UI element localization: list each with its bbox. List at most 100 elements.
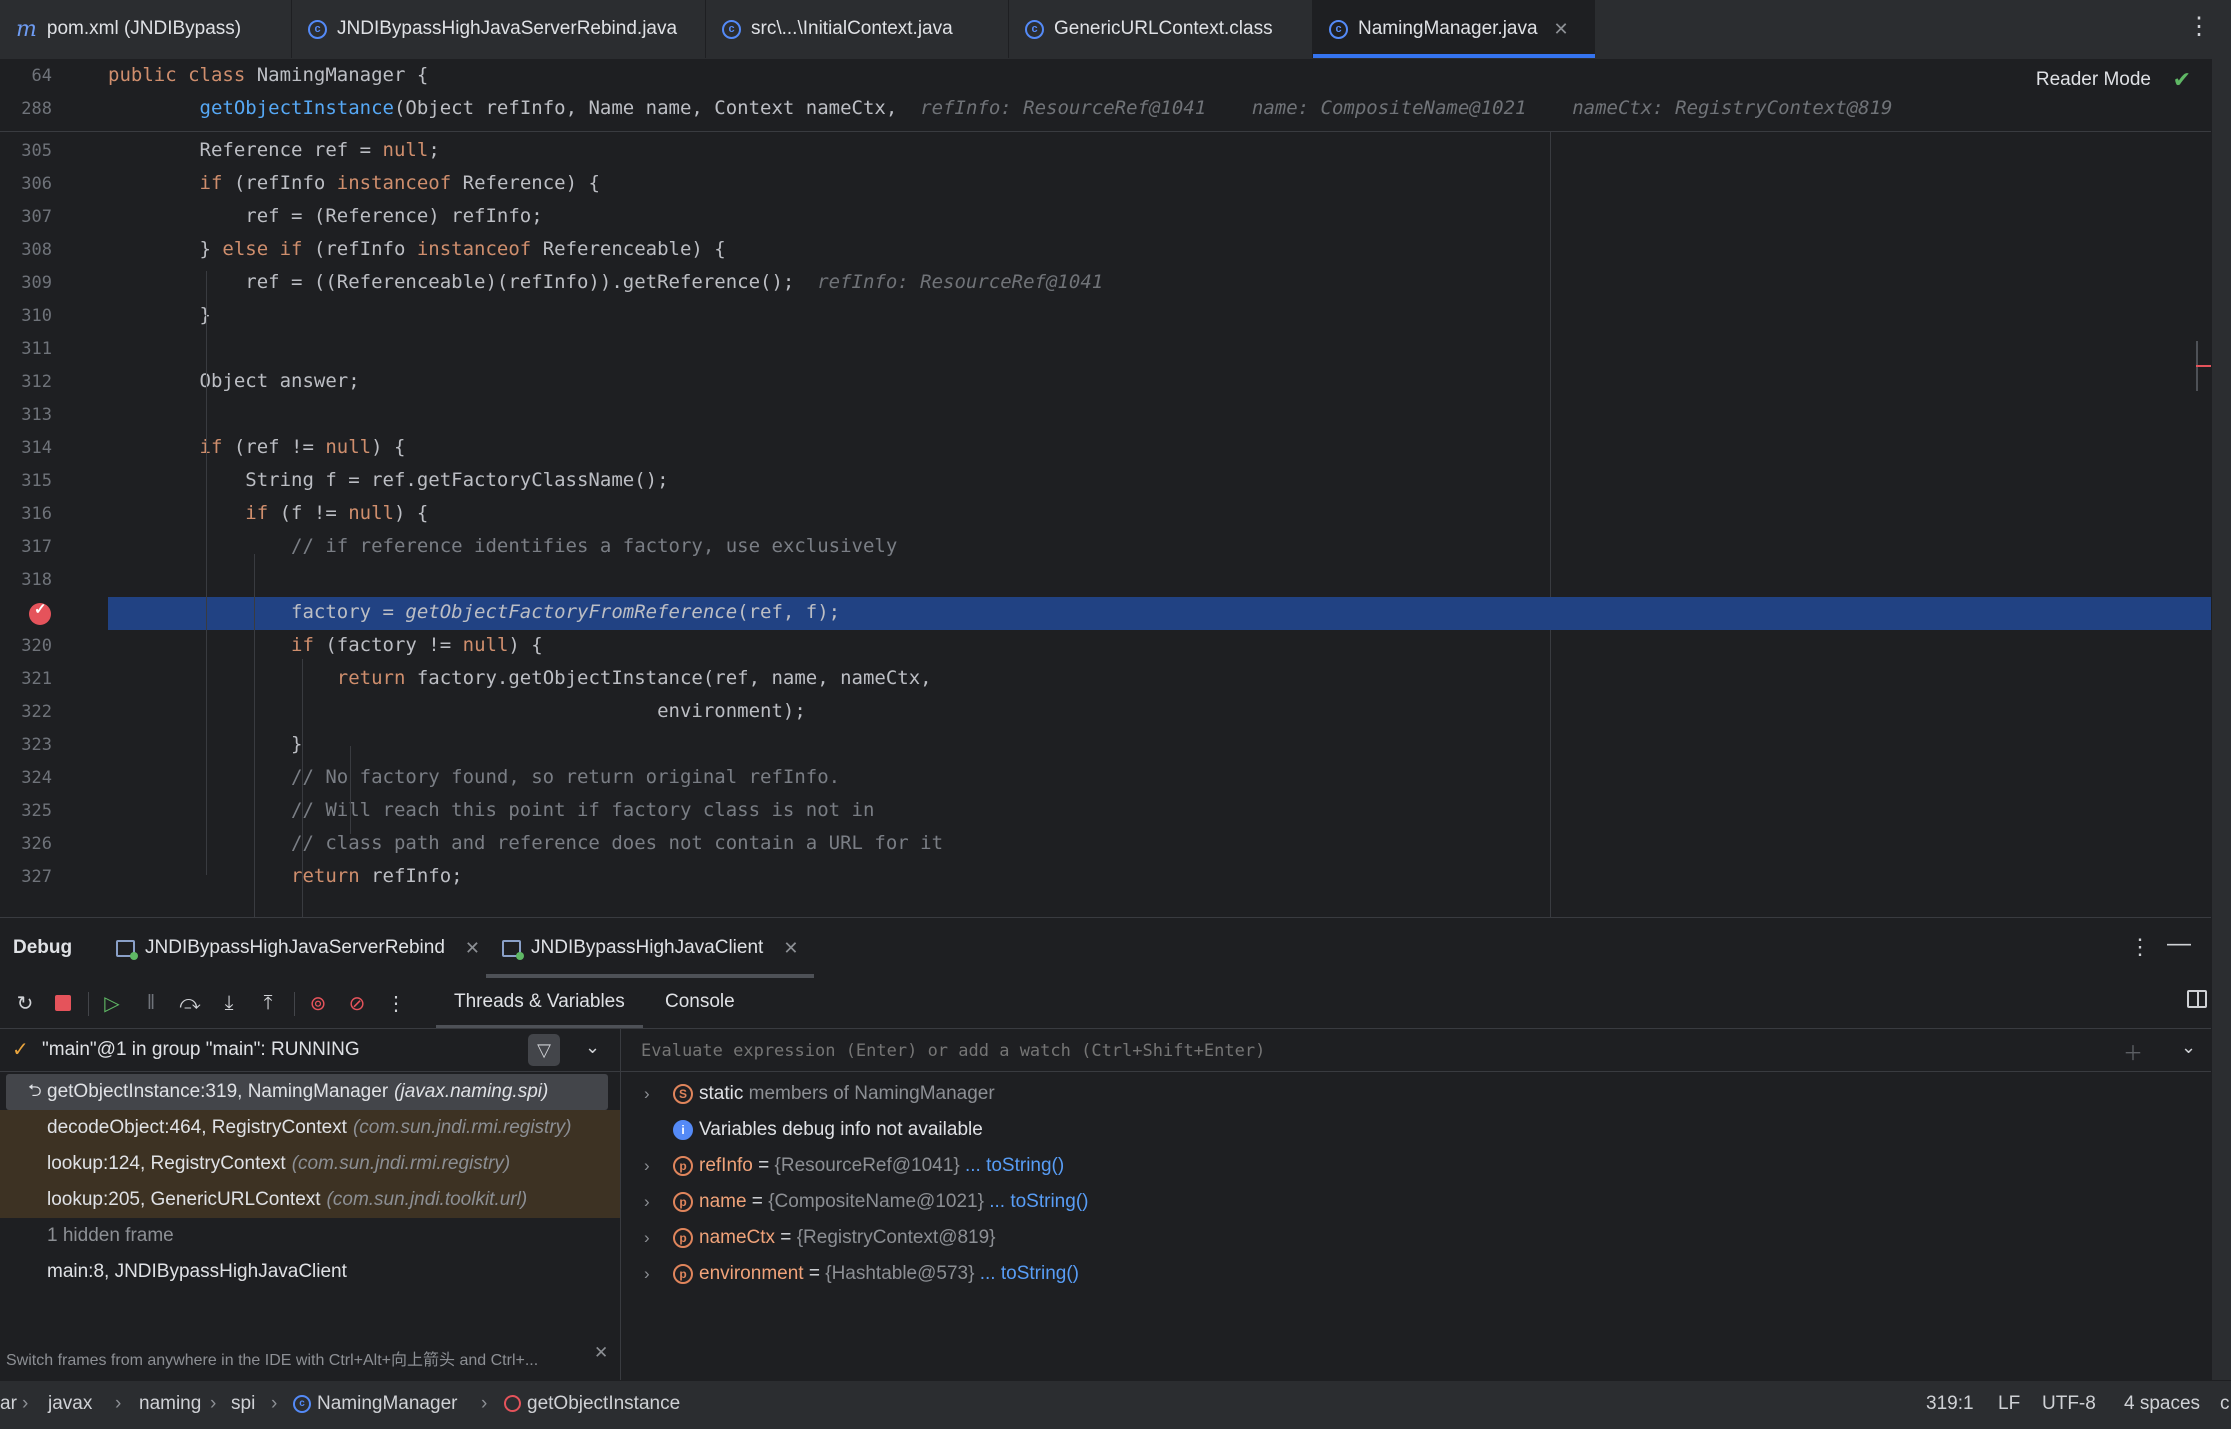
breadcrumb-class[interactable]: c NamingManager xyxy=(293,1393,457,1415)
right-tool-strip xyxy=(2211,59,2231,1380)
code-token: // Will reach this point if factory clas… xyxy=(108,799,875,821)
stack-frame[interactable]: decodeObject:464, RegistryContext (com.su… xyxy=(0,1110,620,1146)
tab-threads-variables[interactable]: Threads & Variables xyxy=(436,991,643,1028)
frame-package: (com.sun.jndi.rmi.registry) xyxy=(291,1153,511,1174)
stack-frame[interactable]: ⮌ getObjectInstance:319, NamingManager (ja… xyxy=(6,1074,608,1110)
stack-frame[interactable]: main:8, JNDIBypassHighJavaClient xyxy=(0,1254,620,1290)
pause-icon[interactable]: ‖ xyxy=(138,990,164,1016)
tab-console[interactable]: Console xyxy=(665,991,735,1013)
sticky-code-line[interactable]: getObjectInstance(Object refInfo, Name n… xyxy=(108,97,1893,119)
layout-icon[interactable] xyxy=(2187,990,2207,1008)
reader-mode-button[interactable]: Reader Mode xyxy=(2036,69,2151,91)
tab-initial-context[interactable]: c src\...\InitialContext.java xyxy=(706,0,1009,58)
minimize-icon[interactable]: — xyxy=(2167,930,2191,958)
filter-icon[interactable]: ▽ xyxy=(528,1034,560,1066)
session-tab-client[interactable]: JNDIBypassHighJavaClient ✕ xyxy=(485,918,815,978)
variable-row[interactable]: › p nameCtx = {RegistryContext@819} xyxy=(621,1220,2211,1256)
breadcrumb-item[interactable]: naming xyxy=(139,1393,201,1415)
step-over-icon[interactable]: ⤼ xyxy=(177,990,203,1016)
breadcrumb-item[interactable]: javax xyxy=(48,1393,92,1415)
chevron-down-icon[interactable]: ⌄ xyxy=(585,1037,600,1058)
close-icon[interactable]: ✕ xyxy=(1554,19,1569,40)
line-number: 324 xyxy=(21,768,52,788)
resume-icon[interactable]: ▷ xyxy=(99,990,125,1016)
more-icon[interactable]: ⋮ xyxy=(2129,934,2151,960)
rerun-icon[interactable]: ↻ xyxy=(12,990,38,1016)
breakpoint-icon[interactable] xyxy=(29,600,51,625)
step-out-icon[interactable]: ⤒ xyxy=(255,990,281,1016)
code-token: Object answer; xyxy=(108,370,360,392)
code-editor[interactable]: 304 // Use reference if possible305 Refe… xyxy=(0,59,2211,917)
breadcrumb-separator: › xyxy=(210,1393,217,1414)
line-number: 311 xyxy=(21,339,52,359)
debug-header: Debug JNDIBypassHighJavaServerRebind ✕ J… xyxy=(0,918,2211,978)
breadcrumb-label: NamingManager xyxy=(317,1393,458,1414)
close-icon[interactable]: ✕ xyxy=(465,938,480,959)
breadcrumb-item[interactable]: ar xyxy=(0,1393,17,1415)
close-icon[interactable]: ✕ xyxy=(594,1343,608,1363)
caret-position[interactable]: 319:1 xyxy=(1926,1393,1974,1415)
tab-label: NamingManager.java xyxy=(1358,18,1538,39)
step-into-icon[interactable]: ⤓ xyxy=(216,990,242,1016)
line-number: 323 xyxy=(21,735,52,755)
chevron-right-icon[interactable]: › xyxy=(644,1228,650,1248)
stack-frame[interactable]: 1 hidden frame xyxy=(0,1218,620,1254)
session-tab-server-rebind[interactable]: JNDIBypassHighJavaServerRebind ✕ xyxy=(116,918,480,978)
tab-label: pom.xml (JNDIBypass) xyxy=(46,18,242,39)
breadcrumb-item[interactable]: spi xyxy=(231,1393,255,1415)
code-line: String f = ref.getFactoryClassName(); xyxy=(108,469,668,491)
code-token: (factory != xyxy=(325,634,463,656)
code-token: } xyxy=(108,304,211,326)
inspection-ok-icon[interactable]: ✔ xyxy=(2173,67,2191,93)
variable-row[interactable]: › p environment = {Hashtable@573} ... toSt… xyxy=(621,1256,2211,1292)
code-token: } xyxy=(108,238,223,260)
code-token: ) { xyxy=(508,634,543,656)
chevron-right-icon[interactable]: › xyxy=(644,1192,650,1212)
stop-icon[interactable] xyxy=(50,990,76,1016)
line-separator[interactable]: LF xyxy=(1998,1393,2020,1415)
to-string-link[interactable]: ... toString() xyxy=(989,1191,1088,1212)
tab-generic-url-context[interactable]: c GenericURLContext.class xyxy=(1009,0,1313,58)
variable-token: {ResourceRef@1041} xyxy=(774,1155,960,1176)
chevron-right-icon[interactable]: › xyxy=(644,1264,650,1284)
mute-breakpoints-icon[interactable]: ⊘ xyxy=(344,990,370,1016)
view-breakpoints-icon[interactable]: ⊚ xyxy=(305,990,331,1016)
breadcrumb-method[interactable]: getObjectInstance xyxy=(504,1393,680,1415)
scrollbar-thumb[interactable] xyxy=(2196,341,2211,391)
tab-naming-manager[interactable]: c NamingManager.java ✕ xyxy=(1313,0,1595,58)
to-string-link[interactable]: ... toString() xyxy=(965,1155,1064,1176)
variable-row[interactable]: › p name = {CompositeName@1021} ... toStri… xyxy=(621,1184,2211,1220)
status-bar: ar › javax › naming › spi › c NamingManag… xyxy=(0,1380,2231,1429)
frame-method: lookup:205, GenericURLContext xyxy=(47,1189,321,1210)
thread-selector[interactable]: ✓ "main"@1 in group "main": RUNNING ▽ ⌄ xyxy=(0,1029,620,1072)
indent-setting[interactable]: 4 spaces xyxy=(2124,1393,2200,1415)
indent-guide xyxy=(302,659,303,917)
file-encoding[interactable]: UTF-8 xyxy=(2042,1393,2096,1415)
class-icon: c xyxy=(1025,19,1044,39)
tab-pom-xml[interactable]: m pom.xml (JNDIBypass) xyxy=(0,0,292,58)
line-number: 310 xyxy=(21,306,52,326)
variable-row[interactable]: › p refInfo = {ResourceRef@1041} ... toStr… xyxy=(621,1148,2211,1184)
line-number: 307 xyxy=(21,207,52,227)
add-watch-icon[interactable]: ＋ xyxy=(2123,1037,2143,1066)
status-edge-item[interactable]: c xyxy=(2220,1393,2230,1415)
close-icon[interactable]: ✕ xyxy=(783,938,798,959)
code-line: if (refInfo instanceof Reference) { xyxy=(108,172,600,194)
evaluate-expression-input[interactable] xyxy=(639,1037,2023,1065)
more-tabs-icon[interactable]: ⋮ xyxy=(2187,12,2211,41)
tab-server-rebind[interactable]: c JNDIBypassHighJavaServerRebind.java xyxy=(292,0,706,58)
variable-row[interactable]: › Sstatic members of NamingManager xyxy=(621,1076,2211,1112)
chevron-right-icon[interactable]: › xyxy=(644,1156,650,1176)
more-icon[interactable]: ⋮ xyxy=(383,990,409,1016)
stack-frame[interactable]: lookup:205, GenericURLContext (com.sun.jn… xyxy=(0,1182,620,1218)
stack-frame[interactable]: lookup:124, RegistryContext (com.sun.jndi… xyxy=(0,1146,620,1182)
to-string-link[interactable]: ... toString() xyxy=(980,1263,1079,1284)
line-number: 312 xyxy=(21,372,52,392)
thread-status-icon: ✓ xyxy=(12,1039,29,1061)
variable-row[interactable]: i Variables debug info not available xyxy=(621,1112,2211,1148)
line-number: 321 xyxy=(21,669,52,689)
chevron-down-icon[interactable]: ⌄ xyxy=(2181,1037,2196,1058)
chevron-right-icon[interactable]: › xyxy=(644,1084,650,1104)
sticky-code-line[interactable]: public class NamingManager { xyxy=(108,64,428,86)
code-token: null xyxy=(325,436,372,458)
